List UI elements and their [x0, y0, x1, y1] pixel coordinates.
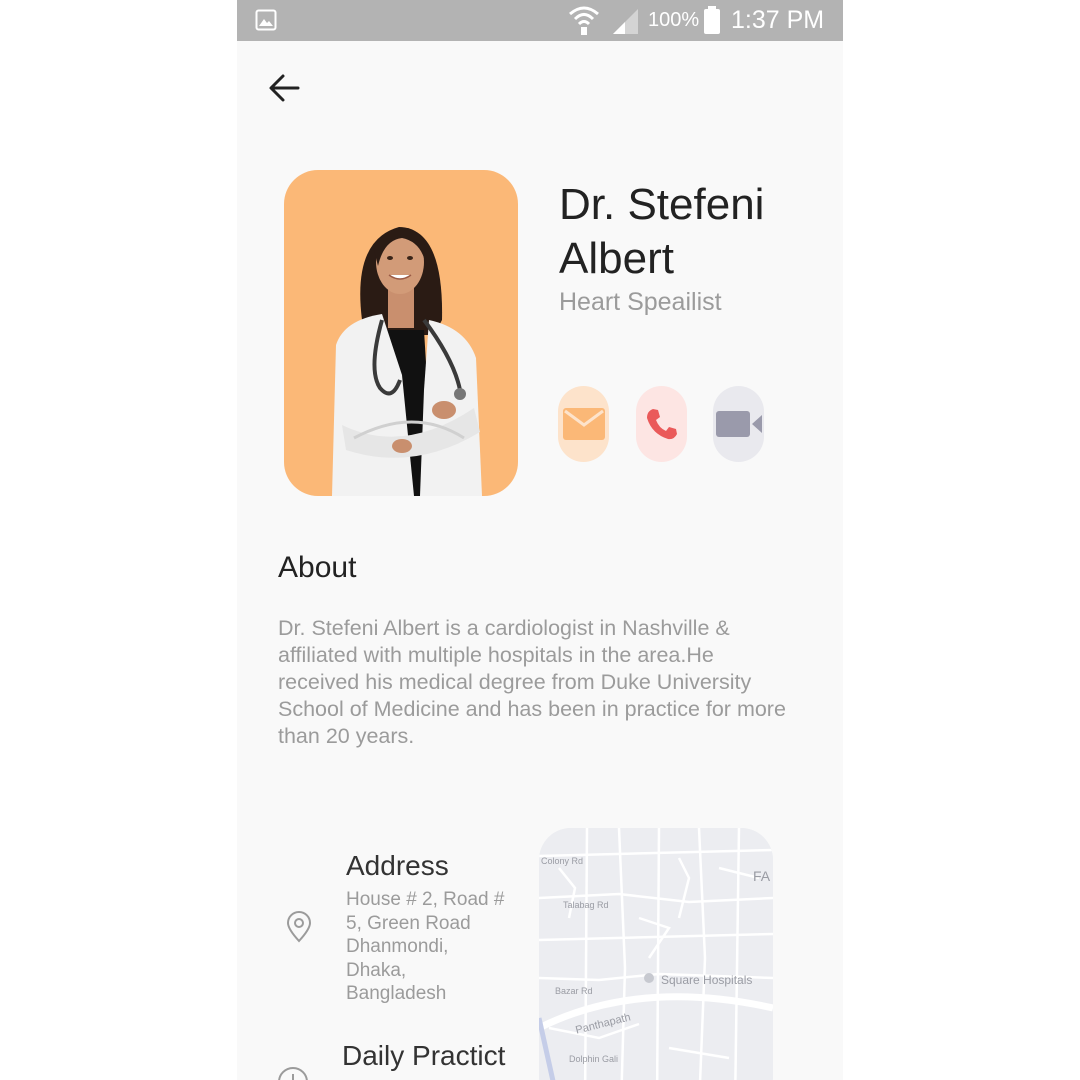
map-label-hospital: Square Hospitals — [661, 973, 753, 987]
phone-icon — [646, 409, 677, 440]
battery-percent: 100% — [648, 9, 700, 31]
daily-practice-heading: Daily Practict — [342, 1040, 506, 1071]
status-bar: 100% 1:37 PM — [237, 0, 843, 41]
back-arrow-icon — [269, 74, 300, 102]
gallery-icon — [255, 9, 277, 36]
doctor-portrait — [332, 227, 482, 496]
video-icon — [715, 411, 762, 437]
about-heading: About — [278, 551, 357, 584]
signal-icon — [611, 8, 639, 39]
about-text: Dr. Stefeni Albert is a cardiologist in … — [278, 616, 786, 748]
back-button[interactable] — [267, 72, 303, 104]
address-text: House # 2, Road # 5, Green Road Dhanmond… — [346, 889, 505, 1004]
map-label-bazar: Bazar Rd — [555, 986, 593, 996]
video-button[interactable] — [713, 386, 764, 462]
wifi-icon — [567, 4, 601, 41]
doctor-name: Dr. Stefeni Albert — [559, 180, 765, 283]
map-label-talabag: Talabag Rd — [563, 900, 609, 910]
phone-button[interactable] — [636, 386, 687, 462]
battery-icon — [703, 6, 721, 39]
mail-icon — [562, 408, 605, 440]
location-pin-icon — [286, 911, 312, 948]
clock-icon — [277, 1066, 309, 1080]
phone-screen: 100% 1:37 PM Dr. Stefeni Albert Heart Sp… — [237, 0, 843, 1080]
map-label-dolphin: Dolphin Gali — [569, 1054, 619, 1064]
map-label-fa: FA — [753, 868, 771, 884]
mail-button[interactable] — [558, 386, 609, 462]
address-heading: Address — [346, 850, 449, 881]
map-label-colony: Colony Rd — [541, 856, 584, 866]
doctor-specialty: Heart Speailist — [559, 288, 722, 316]
doctor-photo — [284, 170, 518, 496]
location-map[interactable]: Colony Rd Talabag Rd Square Hospitals Ba… — [539, 828, 773, 1080]
clock-time: 1:37 PM — [731, 6, 825, 34]
